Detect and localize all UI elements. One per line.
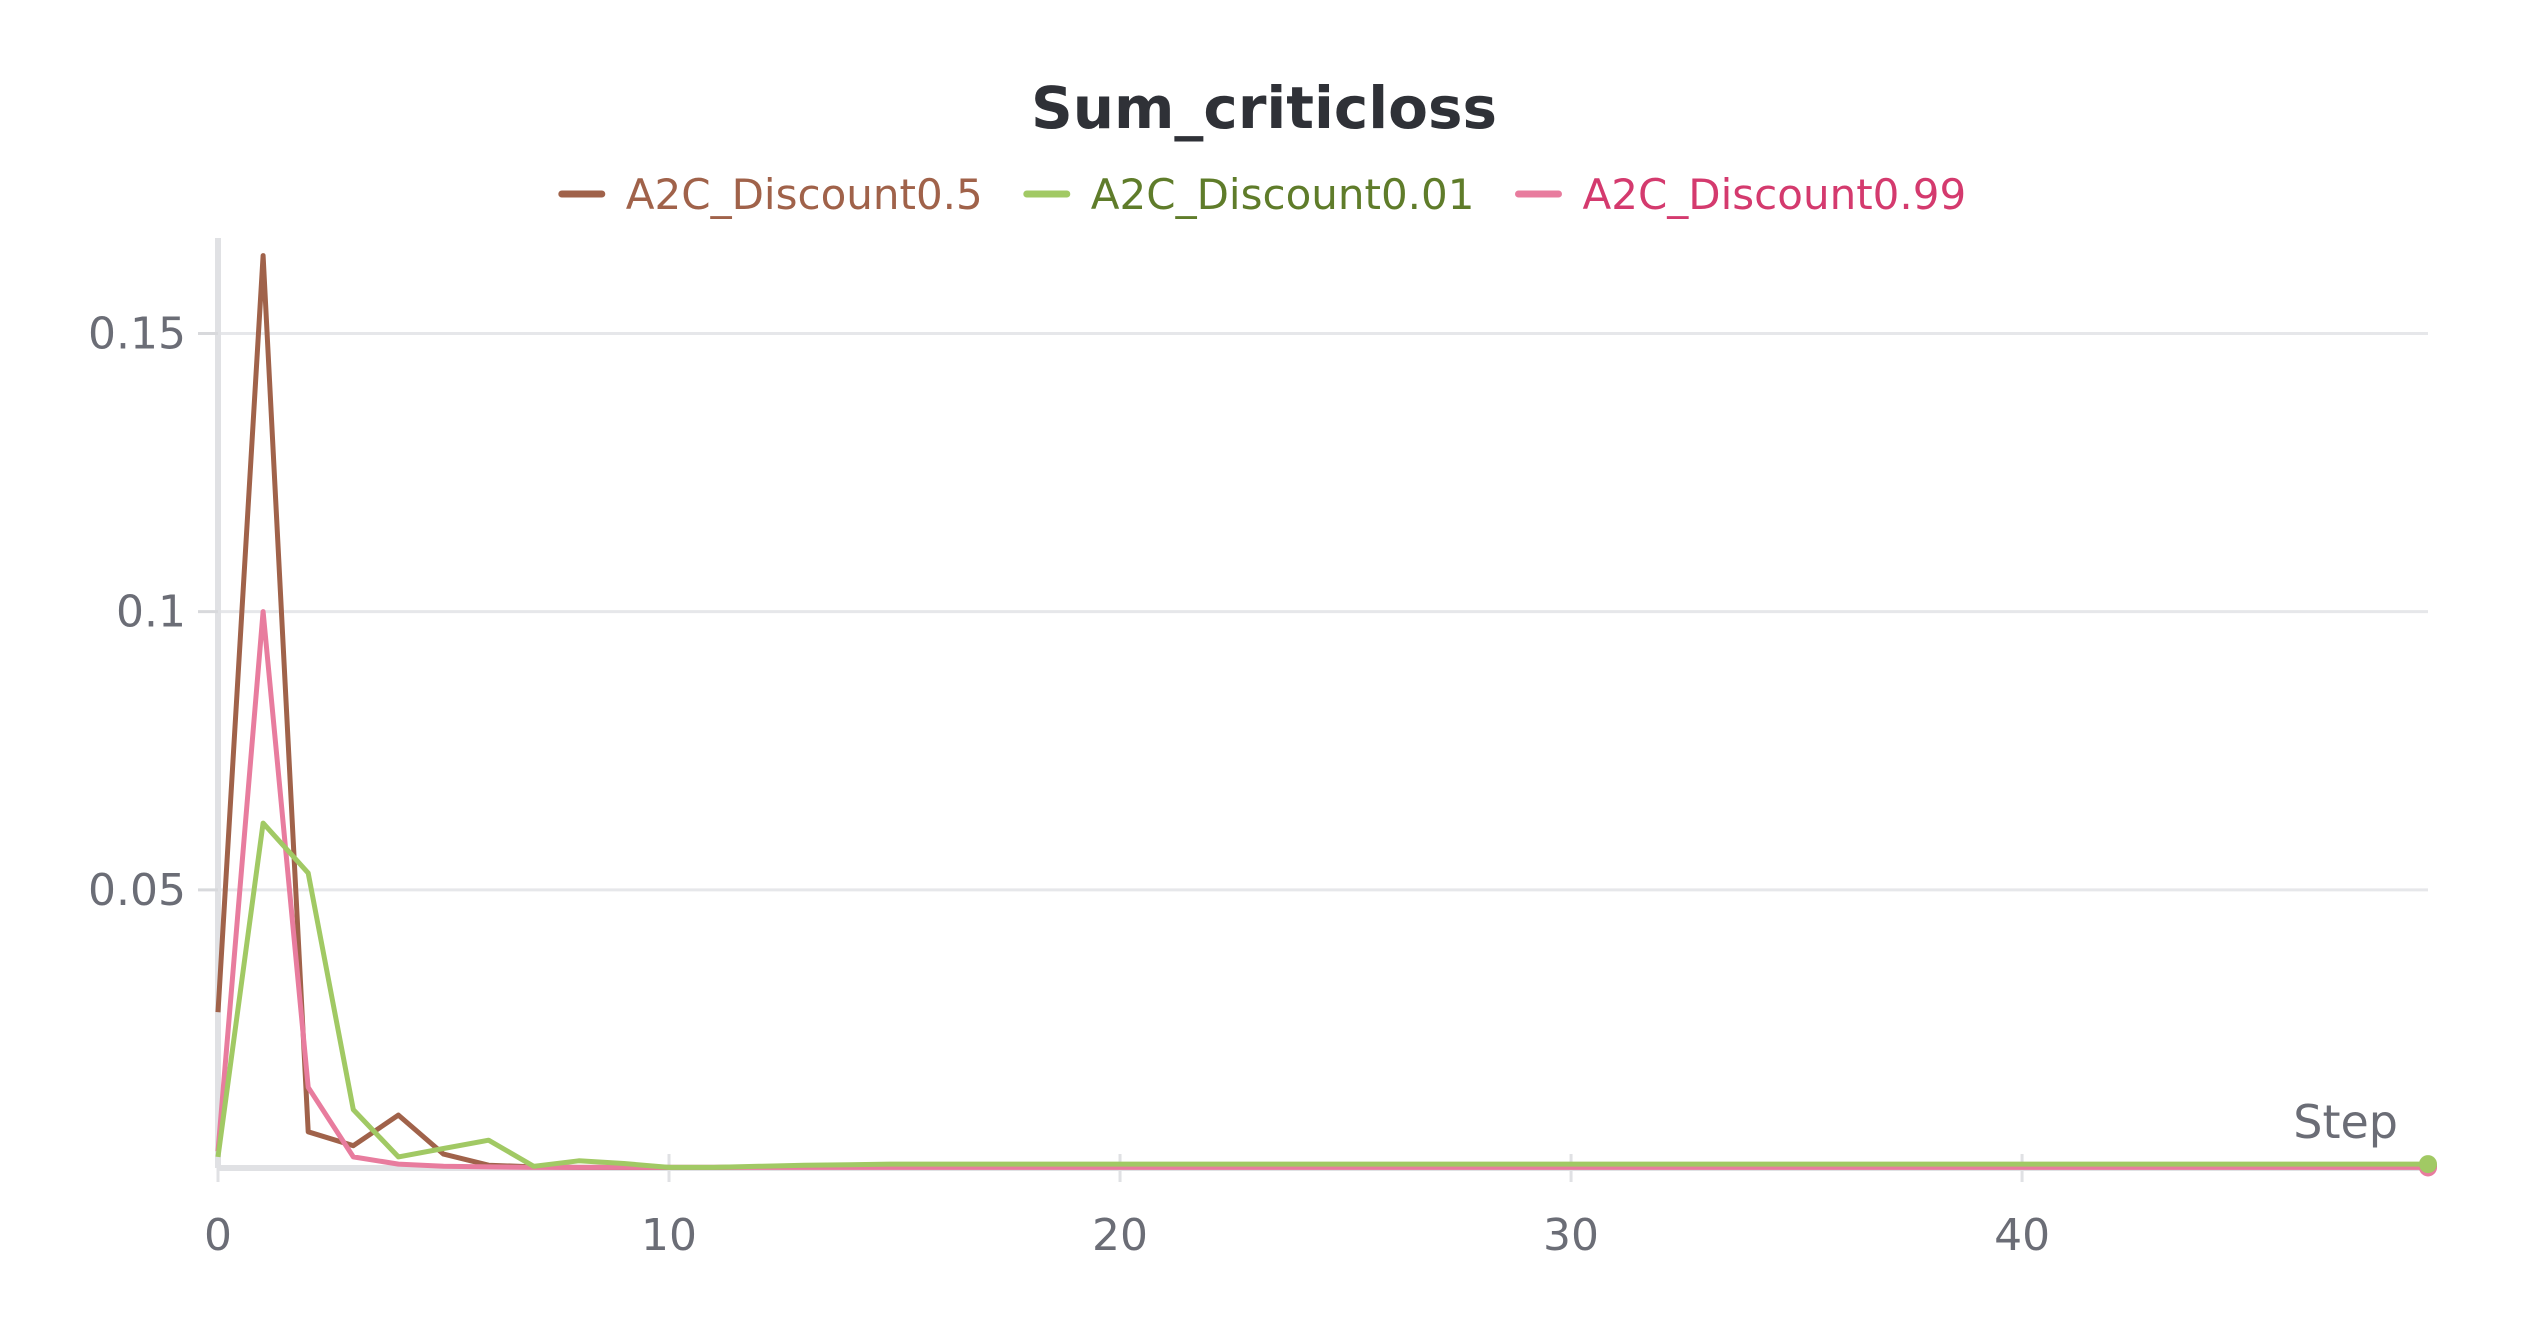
series-lines <box>215 253 2437 1177</box>
y-tick-label: 0.15 <box>88 308 186 359</box>
y-tick-label: 0.05 <box>88 865 186 916</box>
series-end-marker-A2C_Discount0.01 <box>2419 1155 2437 1174</box>
chart-title: Sum_criticloss <box>1031 74 1497 142</box>
x-tick-label: 0 <box>204 1210 232 1261</box>
axes <box>215 238 2428 1171</box>
legend: A2C_Discount0.5 A2C_Discount0.01 A2C_Disco… <box>558 170 1967 219</box>
y-tick-label: 0.1 <box>116 587 186 638</box>
series-line-A2C_Discount0.5 <box>215 253 2428 1170</box>
legend-item: A2C_Discount0.99 <box>1515 170 1967 219</box>
series-line-A2C_Discount0.01 <box>215 820 2428 1170</box>
chart-container: Sum_criticloss A2C_Discount0.5 A2C_Discou… <box>0 0 2528 1328</box>
legend-label: A2C_Discount0.99 <box>1583 170 1967 219</box>
grid <box>218 331 2428 892</box>
x-tick-label: 10 <box>641 1210 697 1261</box>
x-tick-label: 20 <box>1092 1210 1148 1261</box>
x-tick-label: 30 <box>1543 1210 1599 1261</box>
legend-label: A2C_Discount0.5 <box>626 170 983 219</box>
x-axis-label: Step <box>2293 1095 2398 1149</box>
line-chart: Sum_criticloss A2C_Discount0.5 A2C_Discou… <box>88 74 2437 1261</box>
legend-label: A2C_Discount0.01 <box>1091 170 1475 219</box>
legend-item: A2C_Discount0.5 <box>558 170 983 219</box>
y-axis-ticks: 0.05 0.1 0.15 <box>88 308 218 916</box>
x-tick-label: 40 <box>1994 1210 2050 1261</box>
legend-item: A2C_Discount0.01 <box>1023 170 1475 219</box>
